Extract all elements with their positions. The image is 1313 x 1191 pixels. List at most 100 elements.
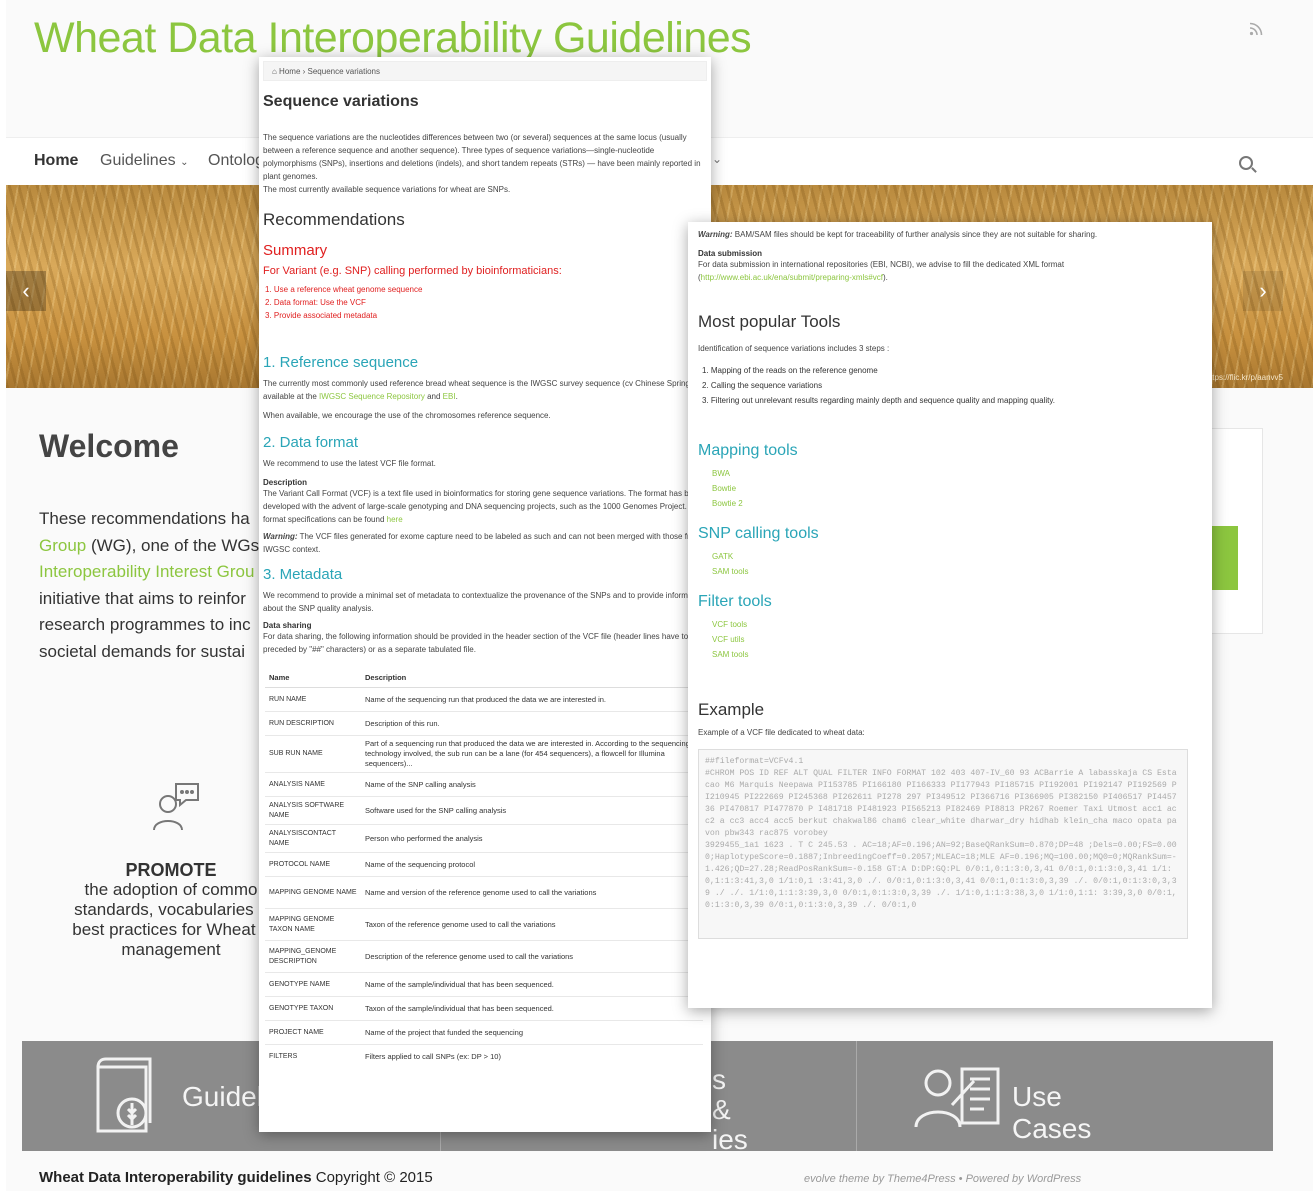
slider-next-arrow-icon[interactable]: ›: [1243, 271, 1283, 311]
reference-sequence-heading: 1. Reference sequence: [263, 354, 419, 371]
tool-link[interactable]: VCF tools: [712, 617, 1202, 632]
data-format-text: We recommend to use the latest VCF file …: [263, 459, 436, 468]
list-item: 3. Provide associated metadata: [265, 311, 378, 320]
iwgsc-repository-link[interactable]: IWGSC Sequence Repository: [319, 392, 425, 401]
table-row: PROTOCOL NAME Name of the sequencing prot…: [265, 852, 703, 877]
table-cell-name: MAPPING GENOME TAXON NAME: [265, 908, 361, 941]
vcf-spec-link[interactable]: here: [387, 515, 403, 524]
table-cell-description: Name of the sequencing run that produced…: [361, 687, 703, 712]
slider-prev-arrow-icon[interactable]: ‹: [6, 271, 46, 311]
table-row: RUN NAME Name of the sequencing run that …: [265, 687, 703, 712]
table-cell-description: Name of the project that funded the sequ…: [361, 1020, 703, 1045]
promote-title: PROMOTE: [125, 860, 217, 880]
list-item: 3. Filtering out unrelevant results rega…: [702, 396, 1055, 405]
table-cell-name: GENOTYPE TAXON: [265, 996, 361, 1021]
search-icon[interactable]: [1239, 156, 1253, 170]
table-cell-description: Name of the sequencing protocol: [361, 852, 703, 877]
table-row: PROJECT NAME Name of the project that fun…: [265, 1020, 703, 1045]
ebi-link[interactable]: EBI: [443, 392, 456, 401]
table-cell-description: Software used for the SNP calling analys…: [361, 796, 703, 825]
table-cell-name: SUB RUN NAME: [265, 735, 361, 773]
welcome-heading: Welcome: [39, 428, 179, 464]
table-row: MAPPING_GENOME DESCRIPTION Description of…: [265, 940, 703, 973]
table-row: GENOTYPE NAME Name of the sample/individu…: [265, 972, 703, 997]
intro-text: The sequence variations are the nucleoti…: [263, 133, 701, 181]
table-cell-description: Name and version of the reference genome…: [361, 876, 703, 909]
summary-subheading: For Variant (e.g. SNP) calling performed…: [263, 265, 562, 277]
table-row: ANALYSIS SOFTWARE NAME Software used for …: [265, 796, 703, 825]
mapping-tools-heading: Mapping tools: [698, 442, 798, 459]
table-cell-description: Taxon of the reference genome used to ca…: [361, 908, 703, 941]
book-wheat-icon: [96, 1057, 152, 1133]
tool-link[interactable]: GATK: [712, 549, 1202, 564]
site-title[interactable]: Wheat Data Interoperability Guidelines: [34, 14, 752, 63]
table-cell-name: GENOTYPE NAME: [265, 972, 361, 997]
reference-text: The currently most commonly used referen…: [263, 379, 695, 401]
table-cell-description: Description of the reference genome used…: [361, 940, 703, 973]
footer-site-name[interactable]: Wheat Data Interoperability guidelines: [39, 1169, 312, 1186]
table-cell-name: PROJECT NAME: [265, 1020, 361, 1045]
data-sharing-label: Data sharing: [263, 621, 312, 630]
tools-heading: Most popular Tools: [698, 312, 841, 331]
nav-guidelines-label: Guidelines: [100, 152, 176, 169]
reference-text-2: When available, we encourage the use of …: [263, 411, 551, 420]
list-item: 2. Calling the sequence variations: [702, 381, 823, 390]
snp-calling-tools-heading: SNP calling tools: [698, 525, 819, 542]
footer-copyright: Wheat Data Interoperability guidelines C…: [39, 1169, 433, 1186]
snp-tools-list: GATK SAM tools: [712, 549, 1202, 579]
table-cell-description: Name of the SNP calling analysis: [361, 772, 703, 797]
table-cell-name: ANALYSISCONTACT NAME: [265, 824, 361, 853]
table-row: RUN DESCRIPTION Description of this run.: [265, 711, 703, 736]
table-cell-description: Name of the sample/individual that has b…: [361, 972, 703, 997]
page-title: Sequence variations: [263, 93, 419, 110]
filter-tools-list: VCF tools VCF utils SAM tools: [712, 617, 1202, 662]
table-cell-name: ANALYSIS NAME: [265, 772, 361, 797]
tool-link[interactable]: BWA: [712, 466, 1202, 481]
ebi-xml-link[interactable]: http://www.ebi.ac.uk/ena/submit/preparin…: [701, 273, 883, 282]
wg-link[interactable]: Group: [39, 536, 86, 555]
filter-tools-heading: Filter tools: [698, 593, 772, 610]
sequence-variations-page: ⌂ Home › Sequence variations Sequence va…: [259, 57, 711, 1132]
feature-middle-label: s & ies: [712, 1064, 748, 1155]
table-cell-name: RUN DESCRIPTION: [265, 711, 361, 736]
tool-link[interactable]: SAM tools: [712, 564, 1202, 579]
table-cell-name: RUN NAME: [265, 687, 361, 712]
tools-page: Warning: BAM/SAM files should be kept fo…: [688, 222, 1212, 1008]
table-cell-description: Description of this run.: [361, 711, 703, 736]
intro-line: These recommendations ha: [39, 509, 250, 528]
mapping-tools-list: BWA Bowtie Bowtie 2: [712, 466, 1202, 511]
chevron-down-icon[interactable]: ⌄: [712, 152, 722, 166]
breadcrumb[interactable]: ⌂ Home › Sequence variations: [263, 61, 707, 81]
intro-line: Group (WG), one of the WGs: [39, 535, 260, 555]
table-header-row: Name Description: [265, 668, 703, 688]
warning-text: Warning: The VCF files generated for exo…: [263, 532, 701, 554]
tool-link[interactable]: VCF utils: [712, 632, 1202, 647]
footer-credit: evolve theme by Theme4Press • Powered by…: [804, 1173, 1082, 1185]
tool-link[interactable]: SAM tools: [712, 647, 1202, 662]
data-submission-text: For data submission in international rep…: [698, 260, 1065, 282]
summary-list: 1. Use a reference wheat genome sequence…: [265, 283, 711, 322]
table-cell-name: FILTERS: [265, 1044, 361, 1069]
vcf-code-block[interactable]: ##fileformat=VCFv4.1 #CHROM POS ID REF A…: [698, 749, 1188, 939]
rss-icon[interactable]: [1249, 22, 1263, 36]
table-row: ANALYSIS NAME Name of the SNP calling ana…: [265, 772, 703, 797]
table-cell-name: ANALYSIS SOFTWARE NAME: [265, 796, 361, 825]
data-submission-label: Data submission: [698, 249, 763, 258]
speech-person-icon: [146, 778, 202, 834]
table-cell-description: Part of a sequencing run that produced t…: [361, 735, 703, 773]
tool-link[interactable]: Bowtie 2: [712, 496, 1202, 511]
interest-group-link[interactable]: Interoperability Interest Grou: [39, 562, 254, 581]
nav-ontology[interactable]: Ontolog: [208, 152, 264, 170]
table-cell-description: Filters applied to call SNPs (ex: DP > 1…: [361, 1044, 703, 1069]
table-row: MAPPING GENOME TAXON NAME Taxon of the re…: [265, 908, 703, 941]
example-heading: Example: [698, 700, 765, 719]
table-cell-name: MAPPING_GENOME DESCRIPTION: [265, 940, 361, 973]
person-documents-icon: [914, 1067, 1000, 1128]
table-header: Name: [265, 668, 361, 688]
tool-link[interactable]: Bowtie: [712, 481, 1202, 496]
nav-home[interactable]: Home: [34, 152, 78, 170]
table-row: FILTERS Filters applied to call SNPs (ex:…: [265, 1044, 703, 1069]
intro-line: research programmes to inc: [39, 615, 251, 634]
nav-guidelines[interactable]: Guidelines ⌄: [100, 152, 188, 170]
metadata-heading: 3. Metadata: [263, 566, 343, 583]
